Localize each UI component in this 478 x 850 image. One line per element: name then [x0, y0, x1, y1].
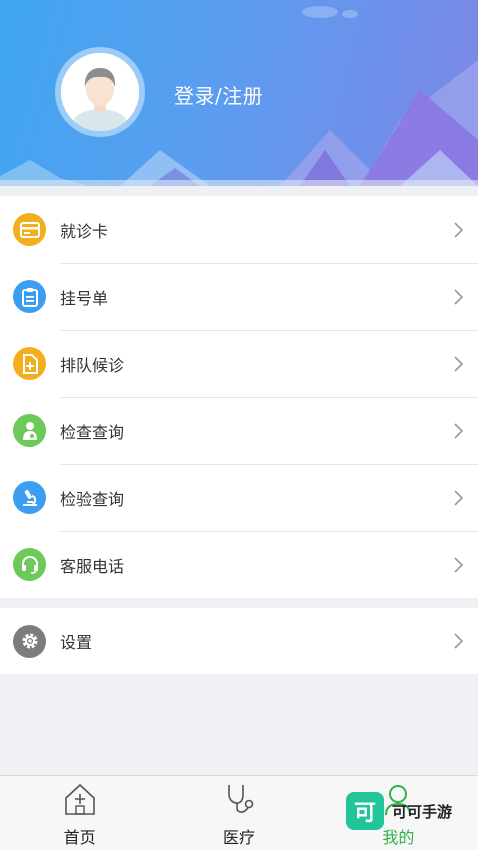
queue-document-icon [13, 347, 46, 380]
menu-item-settings[interactable]: 设置 [0, 608, 478, 674]
menu-item-label: 检查查询 [60, 422, 125, 442]
gear-icon [13, 624, 46, 658]
menu-list: 就诊卡 挂号单 排队候诊 检查查询 检验查询 客服电话 [0, 196, 478, 598]
profile-header: 登录/注册 [0, 0, 478, 186]
tab-label: 医疗 [222, 828, 255, 847]
tab-home[interactable]: 首页 [0, 776, 159, 850]
stethoscope-icon [221, 782, 257, 820]
avatar[interactable] [55, 47, 145, 137]
chevron-right-icon [438, 221, 478, 238]
chevron-right-icon [438, 355, 478, 372]
doctor-icon [13, 414, 46, 447]
menu-item-customer-service[interactable]: 客服电话 [0, 531, 478, 598]
menu-item-queue[interactable]: 排队候诊 [0, 330, 478, 397]
clipboard-icon [13, 280, 46, 313]
menu-item-label: 就诊卡 [60, 221, 109, 241]
chevron-right-icon [438, 489, 478, 506]
chevron-right-icon [438, 556, 478, 573]
chevron-right-icon [438, 422, 478, 439]
menu-item-label: 客服电话 [60, 556, 125, 576]
menu-item-label: 挂号单 [60, 288, 109, 308]
menu-item-lab-test[interactable]: 检验查询 [0, 464, 478, 531]
chevron-right-icon [438, 288, 478, 305]
watermark-logo: 可 可可手游 [346, 791, 452, 831]
login-register-link[interactable]: 登录/注册 [174, 80, 263, 109]
headset-icon [13, 548, 46, 581]
tab-label: 首页 [63, 828, 96, 847]
tab-medical[interactable]: 医疗 [159, 776, 318, 850]
card-icon [13, 213, 46, 246]
chevron-right-icon [438, 633, 478, 649]
watermark-text: 可可手游 [392, 802, 453, 821]
menu-item-registration[interactable]: 挂号单 [0, 263, 478, 330]
menu-item-visit-card[interactable]: 就诊卡 [0, 196, 478, 263]
menu-item-label: 检验查询 [60, 489, 125, 509]
menu-item-label: 排队候诊 [60, 355, 125, 375]
menu-item-label: 设置 [60, 633, 93, 652]
settings-group: 设置 [0, 608, 478, 674]
watermark-logo-icon: 可 [346, 792, 384, 830]
avatar-image [61, 53, 139, 131]
home-icon [62, 782, 98, 820]
menu-item-examination[interactable]: 检查查询 [0, 397, 478, 464]
microscope-icon [13, 481, 46, 514]
